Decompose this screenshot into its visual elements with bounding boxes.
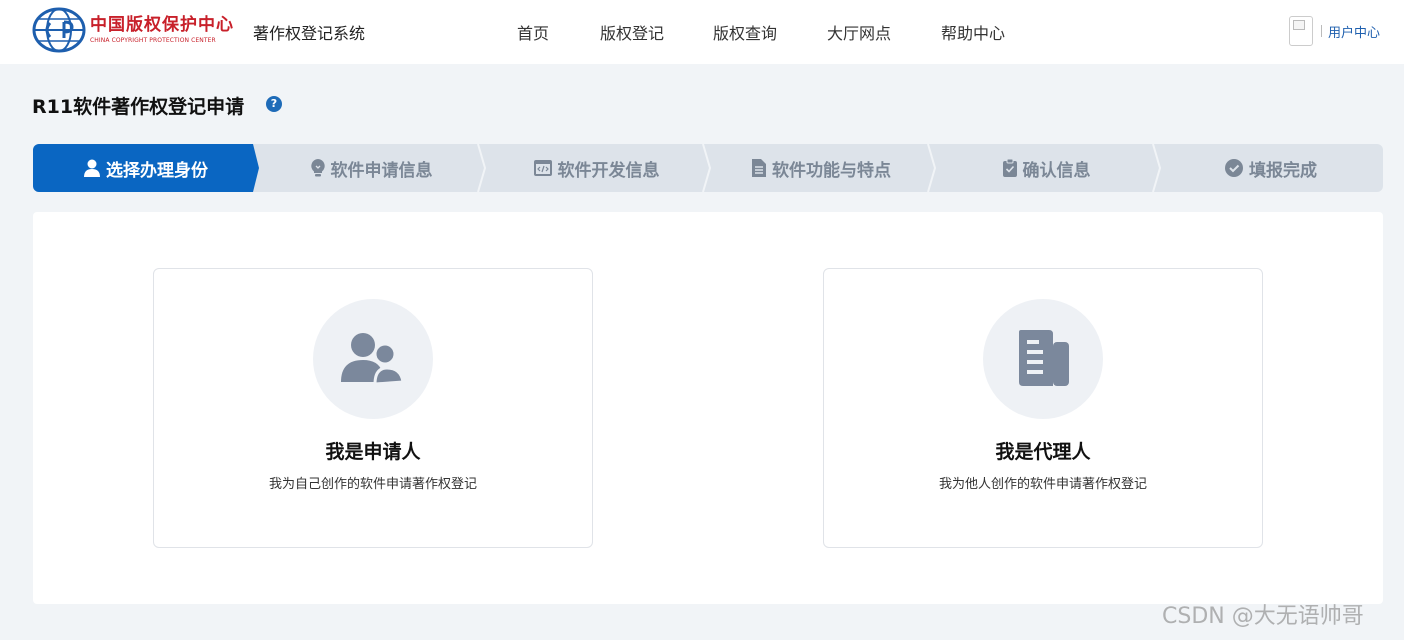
top-header: 中国版权保护中心 CHINA COPYRIGHT PROTECTION CENT…: [0, 0, 1404, 64]
user-icon: [84, 159, 100, 177]
icon-circle: [983, 299, 1103, 419]
nav-item-service-halls[interactable]: 大厅网点: [827, 20, 891, 44]
nav-item-copyright-registration[interactable]: 版权登记: [600, 20, 664, 44]
check-circle-icon: [1225, 159, 1243, 177]
page-title: R11软件著作权登记申请: [32, 96, 245, 118]
card-description: 我为自己创作的软件申请著作权登记: [268, 477, 477, 492]
step-confirm-info[interactable]: 确认信息: [934, 144, 1159, 192]
watermark: CSDN @大无语帅哥: [1162, 604, 1364, 629]
nav-item-home[interactable]: 首页: [517, 20, 549, 44]
step-label: 软件功能与特点: [772, 160, 891, 181]
step-label: 软件开发信息: [557, 160, 660, 181]
code-window-icon: [533, 160, 552, 176]
users-icon: [341, 333, 405, 386]
card-title: 我是代理人: [995, 441, 1091, 463]
card-description: 我为他人创作的软件申请著作权登记: [938, 477, 1147, 492]
steps-bar: 选择办理身份 软件申请信息 软件开发信息 软件功能与特点 确认信息 填报完成: [33, 144, 1383, 192]
clipboard-icon: [1002, 159, 1017, 177]
card-title: 我是申请人: [325, 441, 421, 463]
step-label: 选择办理身份: [106, 160, 208, 181]
step-label: 确认信息: [1022, 160, 1091, 181]
help-icon[interactable]: ?: [266, 96, 282, 112]
step-software-application-info[interactable]: 软件申请信息: [259, 144, 484, 192]
divider: [1321, 25, 1322, 37]
icon-circle: [313, 299, 433, 419]
applicant-card[interactable]: 我是申请人 我为自己创作的软件申请著作权登记: [153, 268, 593, 548]
main-nav: 首页 版权登记 版权查询 大厅网点 帮助中心: [0, 0, 1404, 64]
documents-icon: [1019, 330, 1069, 386]
user-center-link[interactable]: 用户中心: [1328, 22, 1380, 41]
step-label: 填报完成: [1249, 160, 1317, 181]
avatar[interactable]: [1289, 16, 1313, 46]
nav-item-help-center[interactable]: 帮助中心: [941, 20, 1005, 44]
document-icon: [752, 159, 766, 177]
step-completed[interactable]: 填报完成: [1159, 144, 1383, 192]
step-select-identity[interactable]: 选择办理身份: [33, 144, 259, 192]
identity-selection-panel: 我是申请人 我为自己创作的软件申请著作权登记 我是代理人 我为他人创作的软件申请…: [33, 212, 1383, 604]
lightbulb-icon: [310, 159, 325, 177]
agent-card[interactable]: 我是代理人 我为他人创作的软件申请著作权登记: [823, 268, 1263, 548]
step-software-development-info[interactable]: 软件开发信息: [484, 144, 709, 192]
step-software-features[interactable]: 软件功能与特点: [709, 144, 934, 192]
nav-item-copyright-query[interactable]: 版权查询: [713, 20, 777, 44]
step-label: 软件申请信息: [330, 160, 433, 181]
user-area: 用户中心: [1289, 14, 1380, 48]
